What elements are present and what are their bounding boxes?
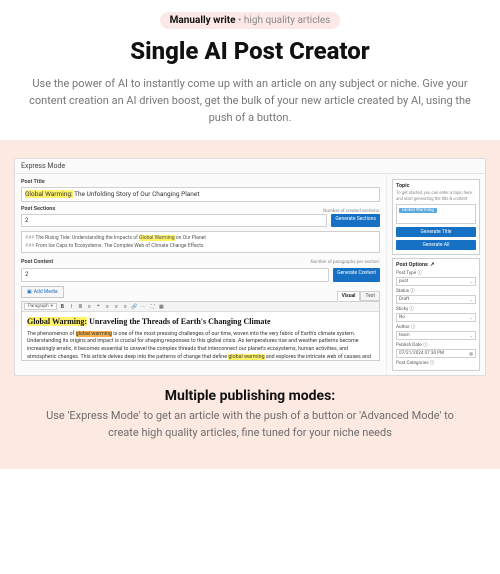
post-type-label: Post Type ⓘ: [396, 270, 476, 276]
bold-icon[interactable]: B: [59, 303, 66, 310]
caption-title: Multiple publishing modes:: [40, 388, 460, 404]
bullet-list-icon[interactable]: ≣: [77, 303, 84, 310]
tab-text[interactable]: Text: [360, 291, 380, 301]
paragraphs-counter-label: Number of paragraphs per section:: [311, 260, 380, 265]
post-options-box: Post Options ↗ Post Type ⓘ post⌄ Status …: [392, 258, 480, 371]
doc-heading: Global Warming: Unraveling the Threads o…: [27, 316, 374, 328]
post-sections-label: Post Sections: [21, 206, 55, 212]
chevron-down-icon: ⌄: [470, 279, 473, 284]
generate-content-button[interactable]: Generate Content: [333, 268, 380, 282]
paragraphs-count-input[interactable]: 2: [21, 268, 329, 282]
add-media-button[interactable]: ▣ Add Media: [21, 286, 64, 298]
window-title: Express Mode: [15, 159, 485, 174]
publish-date-input[interactable]: 07/21/2024 07:30 PM▦: [396, 349, 476, 358]
align-right-icon[interactable]: ≡: [122, 303, 129, 310]
list-item: ### From Ice Caps to Ecosystems: The Com…: [25, 243, 376, 251]
more-icon[interactable]: ⋯: [140, 303, 147, 310]
app-window: Express Mode Post Title Global Warming: …: [14, 158, 486, 376]
chevron-down-icon: ⌄: [470, 333, 473, 338]
topic-input[interactable]: Global Warming: [396, 204, 476, 224]
paragraph-select[interactable]: Paragraph ▾: [24, 303, 57, 310]
info-icon: ⓘ: [411, 325, 416, 330]
chevron-down-icon: ▾: [51, 304, 53, 309]
post-type-select[interactable]: post⌄: [396, 277, 476, 286]
sections-counter-label: Number of created sections:: [323, 209, 380, 214]
page-title: Single AI Post Creator: [0, 37, 500, 65]
info-icon: ⓘ: [417, 271, 422, 276]
post-categories-label: Post Categories ⓘ: [396, 360, 476, 366]
quote-icon[interactable]: ❝: [95, 303, 102, 310]
calendar-icon: ▦: [469, 351, 473, 356]
sections-count-input[interactable]: 2: [21, 214, 327, 228]
sticky-select[interactable]: No⌄: [396, 313, 476, 322]
list-item: ### The Rising Tide: Understanding the I…: [25, 235, 376, 243]
generate-all-button[interactable]: Generate All: [396, 240, 476, 250]
publish-date-label: Publish Date ⓘ: [396, 342, 476, 348]
add-media-label: Add Media: [34, 289, 58, 295]
post-content-label: Post Content: [21, 259, 53, 265]
chevron-down-icon: ⌄: [470, 297, 473, 302]
post-title-text: The Unfolding Story of Our Changing Plan…: [73, 190, 200, 198]
editor-toolbar: Paragraph ▾ B I ≣ ≡ ❝ ≡ ≡ ≡ 🔗: [22, 302, 379, 312]
align-left-icon[interactable]: ≡: [104, 303, 111, 310]
topic-box: Topic To get started, you can enter a to…: [392, 179, 480, 255]
sections-list-input[interactable]: ### The Rising Tide: Understanding the I…: [21, 231, 380, 253]
main-panel: Post Title Global Warming: The Unfolding…: [15, 174, 387, 375]
content-editor: Paragraph ▾ B I ≣ ≡ ❝ ≡ ≡ ≡ 🔗: [21, 301, 380, 361]
post-title-label: Post Title: [21, 179, 380, 185]
topic-label: Topic: [396, 183, 476, 189]
chevron-down-icon: ⌄: [470, 315, 473, 320]
status-select[interactable]: Draft⌄: [396, 295, 476, 304]
editor-document[interactable]: Global Warming: Unraveling the Threads o…: [22, 312, 379, 360]
side-panel: Topic To get started, you can enter a to…: [387, 174, 485, 375]
paragraph-select-label: Paragraph: [28, 304, 49, 309]
screenshot-caption: Multiple publishing modes: Use 'Express …: [14, 376, 486, 455]
info-icon: ⓘ: [410, 289, 415, 294]
hero-pill: Manually write • high quality articles: [0, 0, 500, 35]
link-icon[interactable]: 🔗: [131, 303, 138, 310]
italic-icon[interactable]: I: [68, 303, 75, 310]
hero-pill-badge: Manually write • high quality articles: [160, 12, 341, 29]
align-center-icon[interactable]: ≡: [113, 303, 120, 310]
post-title-input[interactable]: Global Warming: The Unfolding Story of O…: [21, 187, 380, 201]
sticky-label: Sticky ⓘ: [396, 306, 476, 312]
status-label: Status ⓘ: [396, 288, 476, 294]
screenshot-frame: Express Mode Post Title Global Warming: …: [0, 140, 500, 469]
tab-visual[interactable]: Visual: [337, 291, 361, 301]
topic-chip[interactable]: Global Warming: [399, 208, 437, 213]
doc-body: The phenomenon of global warming is one …: [27, 331, 374, 360]
author-select[interactable]: team⌄: [396, 331, 476, 340]
post-title-highlight: Global Warming:: [25, 190, 73, 198]
author-label: Author ⓘ: [396, 324, 476, 330]
toolbar-toggle-icon[interactable]: ▦: [158, 303, 165, 310]
hero-pill-bold: Manually write: [170, 15, 236, 26]
fullscreen-icon[interactable]: ⛶: [149, 303, 156, 310]
info-icon: ⓘ: [430, 361, 435, 366]
external-link-icon: ↗: [430, 262, 435, 268]
info-icon: ⓘ: [409, 307, 414, 312]
generate-title-button[interactable]: Generate Title: [396, 227, 476, 237]
generate-sections-button[interactable]: Generate Sections: [331, 214, 380, 228]
editor-tabs: Visual Text: [337, 291, 380, 301]
post-options-label: Post Options ↗: [396, 262, 476, 268]
page-lead: Use the power of AI to instantly come up…: [0, 75, 500, 140]
topic-description: To get started, you can enter a topic he…: [396, 191, 476, 202]
info-icon: ⓘ: [423, 343, 428, 348]
number-list-icon[interactable]: ≡: [86, 303, 93, 310]
caption-text: Use 'Express Mode' to get an article wit…: [40, 408, 460, 441]
camera-icon: ▣: [27, 289, 32, 295]
page: Manually write • high quality articles S…: [0, 0, 500, 469]
hero-pill-light: • high quality articles: [236, 15, 331, 26]
